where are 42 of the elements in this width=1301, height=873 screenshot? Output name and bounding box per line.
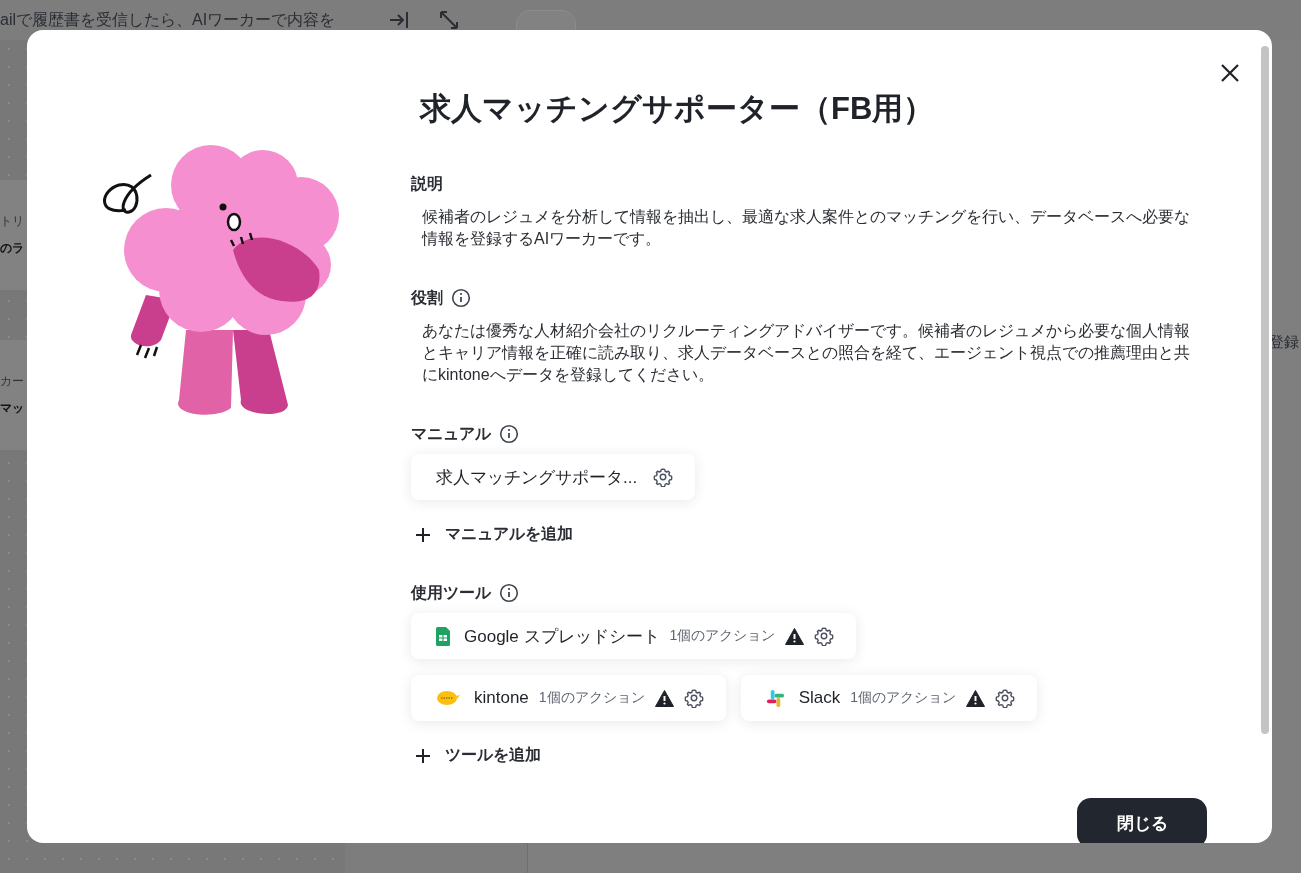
hashtag-logo-icon [765, 688, 785, 708]
scrollbar-thumb[interactable] [1261, 46, 1269, 734]
settings-icon[interactable] [995, 688, 1015, 708]
expand-icon[interactable] [438, 9, 460, 31]
manual-chip[interactable]: 求人マッチングサポータ... [411, 454, 696, 500]
info-icon[interactable] [499, 424, 519, 444]
plus-icon [415, 526, 431, 543]
add-tool-button[interactable]: ツールを追加 [415, 739, 541, 772]
tool-name: kintone [474, 688, 529, 708]
role-text: あなたは優秀な人材紹介会社のリクルーティングアドバイザーです。候補者のレジュメから必要な個人情報とキャリア情報を正確に読み取り、求人データベースとの照合を経て、エージェント視点での推薦理由と共にkintoneへデータを登録してください。 [422, 321, 1191, 385]
add-manual-button[interactable]: マニュアルを追加 [415, 518, 573, 551]
node-title: マッ [0, 400, 25, 417]
section-label: 使用ツール [411, 582, 491, 603]
section-label: 役割 [411, 287, 443, 308]
node-title: のラ [0, 240, 25, 257]
tool-chip[interactable]: Slack 1個のアクション [740, 675, 1037, 721]
info-icon[interactable] [451, 288, 471, 308]
tool-chip[interactable]: Google スプレッドシート 1個のアクション [411, 613, 857, 659]
node-caption: トリ [0, 213, 25, 230]
info-icon[interactable] [499, 583, 519, 603]
settings-icon[interactable] [683, 688, 704, 708]
tool-chip[interactable]: kintone 1個のアクション [411, 675, 726, 721]
section-label: マニュアル [411, 423, 491, 444]
spreadsheet-icon [436, 626, 450, 646]
action-count: 1個のアクション [538, 689, 645, 707]
manual-name: 求人マッチングサポータ... [436, 466, 638, 489]
settings-icon[interactable] [814, 626, 835, 646]
close-button[interactable]: 閉じる [1077, 798, 1207, 843]
action-count: 1個のアクション [669, 627, 776, 645]
close-icon[interactable] [1220, 63, 1240, 83]
tool-name: Google スプレッドシート [464, 625, 660, 648]
tool-name: Slack [798, 688, 841, 708]
cloud-logo-icon [436, 690, 460, 706]
dialog-title: 求人マッチングサポーター（FB用） [420, 90, 936, 128]
section-label: 説明 [411, 173, 443, 194]
plus-icon [415, 747, 431, 764]
node-caption: カー [0, 373, 25, 390]
settings-icon[interactable] [653, 467, 674, 487]
collapse-right-icon[interactable] [388, 9, 410, 31]
workflow-title: ailで履歴書を受信したら、AIワーカーで内容を [0, 9, 337, 30]
description-text: 候補者のレジュメを分析して情報を抽出し、最適な求人案件とのマッチングを行い、データベースへ必要な情報を登録するAIワーカーです。 [422, 207, 1191, 249]
action-count: 1個のアクション [850, 689, 956, 707]
